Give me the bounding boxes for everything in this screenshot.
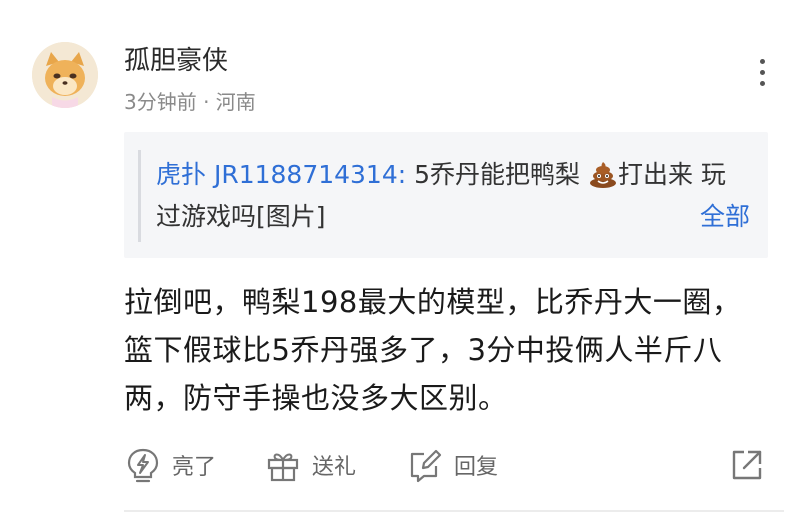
divider xyxy=(124,510,784,512)
reply-label: 回复 xyxy=(454,455,499,480)
gift-button[interactable]: 送礼 xyxy=(264,440,356,490)
lightning-bulb-icon xyxy=(127,448,159,483)
post-meta: 3分钟前 · 河南 xyxy=(124,90,256,114)
gift-icon xyxy=(267,453,299,482)
action-bar: 亮了 送礼 回复 xyxy=(124,440,776,490)
edit-reply-icon xyxy=(410,449,442,483)
quote-expand-link[interactable]: 全部 xyxy=(700,196,750,238)
quote-text-part1: 5乔丹能把鸭梨 xyxy=(406,160,581,189)
reply-body: 拉倒吧，鸭梨198最大的模型，比乔丹大一圈，篮下假球比5乔丹强多了，3分中投俩人… xyxy=(124,285,742,415)
reply-button[interactable]: 回复 xyxy=(406,440,498,490)
poo-emoji-icon xyxy=(589,162,616,188)
quote-bar xyxy=(138,150,141,242)
quote-text: 虎扑 JR1188714314: 5乔丹能把鸭梨 打出来 玩过游戏吗[图片] xyxy=(156,154,746,238)
quoted-reply[interactable]: 虎扑 JR1188714314: 5乔丹能把鸭梨 打出来 玩过游戏吗[图片] 全… xyxy=(124,132,768,258)
more-vertical-icon[interactable] xyxy=(748,56,776,98)
user-avatar[interactable] xyxy=(32,42,98,108)
share-button[interactable] xyxy=(728,440,766,490)
gift-label: 送礼 xyxy=(312,455,357,480)
light-label: 亮了 xyxy=(172,455,217,480)
share-icon xyxy=(732,450,762,480)
username[interactable]: 孤胆豪侠 xyxy=(124,40,228,77)
light-button[interactable]: 亮了 xyxy=(124,440,216,490)
quote-author[interactable]: 虎扑 JR1188714314: xyxy=(156,160,406,189)
